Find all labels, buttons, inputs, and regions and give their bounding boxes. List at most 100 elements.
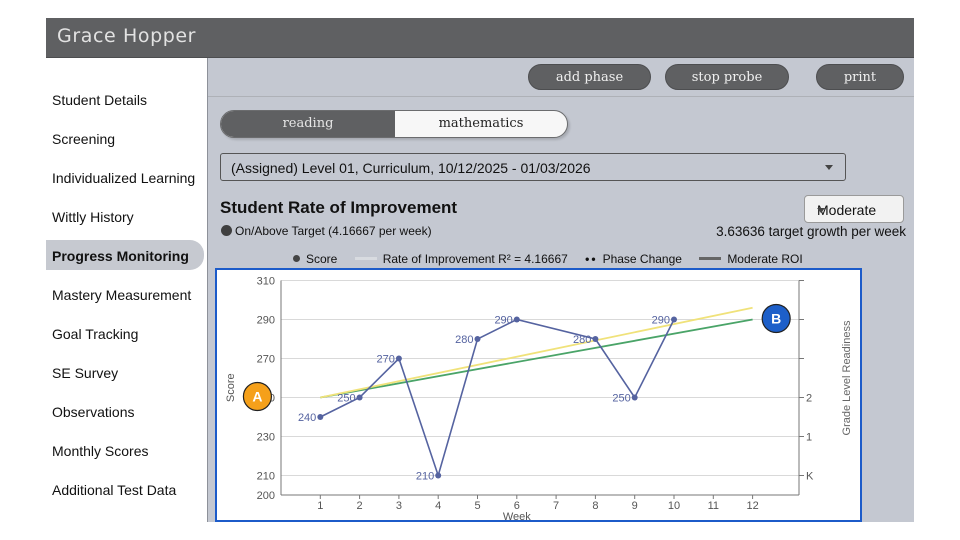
x-tick-label: 2 xyxy=(357,500,363,512)
y-tick-label: 200 xyxy=(257,490,275,502)
score-point xyxy=(435,472,442,479)
score-data-label: 250 xyxy=(337,393,355,405)
score-point xyxy=(317,414,324,420)
score-data-label: 240 xyxy=(298,412,316,424)
print-button[interactable]: print xyxy=(816,64,904,90)
x-tick-label: 9 xyxy=(632,500,638,512)
sidebar-item-label: Additional Test Data xyxy=(52,482,177,498)
x-tick-label: 12 xyxy=(746,500,758,512)
sidebar-item-goal-tracking[interactable]: Goal Tracking xyxy=(46,318,204,348)
sidebar: Student Details Screening Individualized… xyxy=(46,58,208,522)
legend-phase-label: Phase Change xyxy=(602,252,682,266)
y-tick-label: 270 xyxy=(257,354,275,366)
tab-reading[interactable]: reading xyxy=(221,111,395,137)
chart-frame: 200210230250270290310123456789101112K12W… xyxy=(215,268,862,522)
roi-status-text: On/Above Target (4.16667 per week) xyxy=(235,224,432,238)
sidebar-item-progress-monitoring[interactable]: Progress Monitoring xyxy=(46,240,204,270)
score-data-label: 290 xyxy=(652,315,670,327)
score-point xyxy=(474,336,481,342)
chevron-down-icon xyxy=(825,165,833,170)
score-point xyxy=(395,355,402,362)
sidebar-item-additional-test-data[interactable]: Additional Test Data xyxy=(46,474,204,504)
sidebar-item-label: Mastery Measurement xyxy=(52,287,192,303)
score-data-label: 210 xyxy=(416,471,434,483)
title-bar: Grace Hopper xyxy=(46,18,914,58)
target-growth: 3.63636 target growth per week xyxy=(716,224,906,239)
chevron-down-icon xyxy=(817,208,825,213)
score-point xyxy=(631,394,638,401)
legend-score-label: Score xyxy=(306,252,338,266)
score-point xyxy=(356,394,363,401)
assignment-select-value: (Assigned) Level 01, Curriculum, 10/12/2… xyxy=(231,160,591,176)
callout-label-a: A xyxy=(252,389,262,405)
app-title: Grace Hopper xyxy=(57,25,197,47)
toolbar-divider xyxy=(208,96,914,97)
x-tick-label: 7 xyxy=(553,500,559,512)
assignment-select[interactable]: (Assigned) Level 01, Curriculum, 10/12/2… xyxy=(220,153,846,181)
score-data-label: 250 xyxy=(612,393,630,405)
rate-dropdown-value: Moderate xyxy=(817,202,877,218)
roi-status: On/Above Target (4.16667 per week) xyxy=(221,224,432,238)
y2-axis-label: Grade Level Readiness xyxy=(841,320,853,435)
progress-chart: 200210230250270290310123456789101112K12W… xyxy=(225,276,853,521)
x-tick-label: 5 xyxy=(474,500,480,512)
line-swatch-icon xyxy=(699,257,722,260)
line-swatch-icon xyxy=(354,257,377,260)
sidebar-item-label: Student Details xyxy=(52,92,147,108)
sidebar-item-student-details[interactable]: Student Details xyxy=(46,84,204,114)
tab-mathematics[interactable]: mathematics xyxy=(395,111,567,137)
x-tick-label: 8 xyxy=(592,500,598,512)
x-tick-label: 3 xyxy=(396,500,402,512)
y-tick-label: 310 xyxy=(257,276,275,288)
sidebar-item-individualized-learning[interactable]: Individualized Learning xyxy=(46,162,204,192)
legend-phase: •• Phase Change xyxy=(585,252,682,266)
rate-dropdown[interactable]: Moderate xyxy=(804,195,904,223)
legend-moderate-label: Moderate ROI xyxy=(727,252,803,266)
legend-roi: Rate of Improvement R² = 4.16667 xyxy=(354,252,568,266)
sidebar-item-label: Individualized Learning xyxy=(52,170,196,186)
sidebar-item-screening[interactable]: Screening xyxy=(46,123,204,153)
sidebar-item-label: Wittly History xyxy=(52,209,134,225)
x-tick-label: 1 xyxy=(317,500,323,512)
score-data-label: 280 xyxy=(573,334,591,346)
chart-legend: Score Rate of Improvement R² = 4.16667 •… xyxy=(293,252,817,266)
section-title: Student Rate of Improvement xyxy=(220,198,458,217)
score-point xyxy=(513,316,520,323)
x-axis-label: Week xyxy=(503,511,531,520)
x-tick-label: 4 xyxy=(435,500,441,512)
sidebar-item-observations[interactable]: Observations xyxy=(46,396,204,426)
y-tick-label: 230 xyxy=(257,432,275,444)
sidebar-item-label: Progress Monitoring xyxy=(52,248,189,264)
sidebar-item-label: SE Survey xyxy=(52,365,119,381)
y2-tick-label: K xyxy=(806,471,814,483)
sidebar-item-mastery-measurement[interactable]: Mastery Measurement xyxy=(46,279,204,309)
y2-tick-label: 1 xyxy=(806,432,812,444)
sidebar-item-label: Monthly Scores xyxy=(52,443,149,459)
score-point xyxy=(592,336,599,342)
callout-label-b: B xyxy=(771,311,781,327)
double-dot-icon: •• xyxy=(585,252,598,266)
subject-toggle: reading mathematics xyxy=(220,110,568,138)
sidebar-item-label: Goal Tracking xyxy=(52,326,139,342)
x-tick-label: 10 xyxy=(668,500,680,512)
add-phase-button[interactable]: add phase xyxy=(528,64,651,90)
legend-score: Score xyxy=(293,252,337,266)
sidebar-item-wittly-history[interactable]: Wittly History xyxy=(46,201,204,231)
legend-roi-label: Rate of Improvement R² = 4.16667 xyxy=(382,252,568,266)
x-tick-label: 11 xyxy=(708,500,719,512)
legend-moderate: Moderate ROI xyxy=(699,252,803,266)
y-tick-label: 290 xyxy=(257,315,275,327)
stop-probe-button[interactable]: stop probe xyxy=(665,64,789,90)
y-tick-label: 210 xyxy=(257,471,275,483)
score-point xyxy=(671,316,677,323)
score-data-label: 270 xyxy=(377,354,395,366)
sidebar-item-label: Screening xyxy=(52,131,116,147)
sidebar-item-monthly-scores[interactable]: Monthly Scores xyxy=(46,435,204,465)
y-axis-label: Score xyxy=(225,373,237,402)
y2-tick-label: 2 xyxy=(806,393,812,405)
score-data-label: 290 xyxy=(494,315,512,327)
score-data-label: 280 xyxy=(455,334,473,346)
sidebar-item-se-survey[interactable]: SE Survey xyxy=(46,357,204,387)
status-dot-icon xyxy=(221,225,232,236)
dot-icon xyxy=(293,255,300,262)
